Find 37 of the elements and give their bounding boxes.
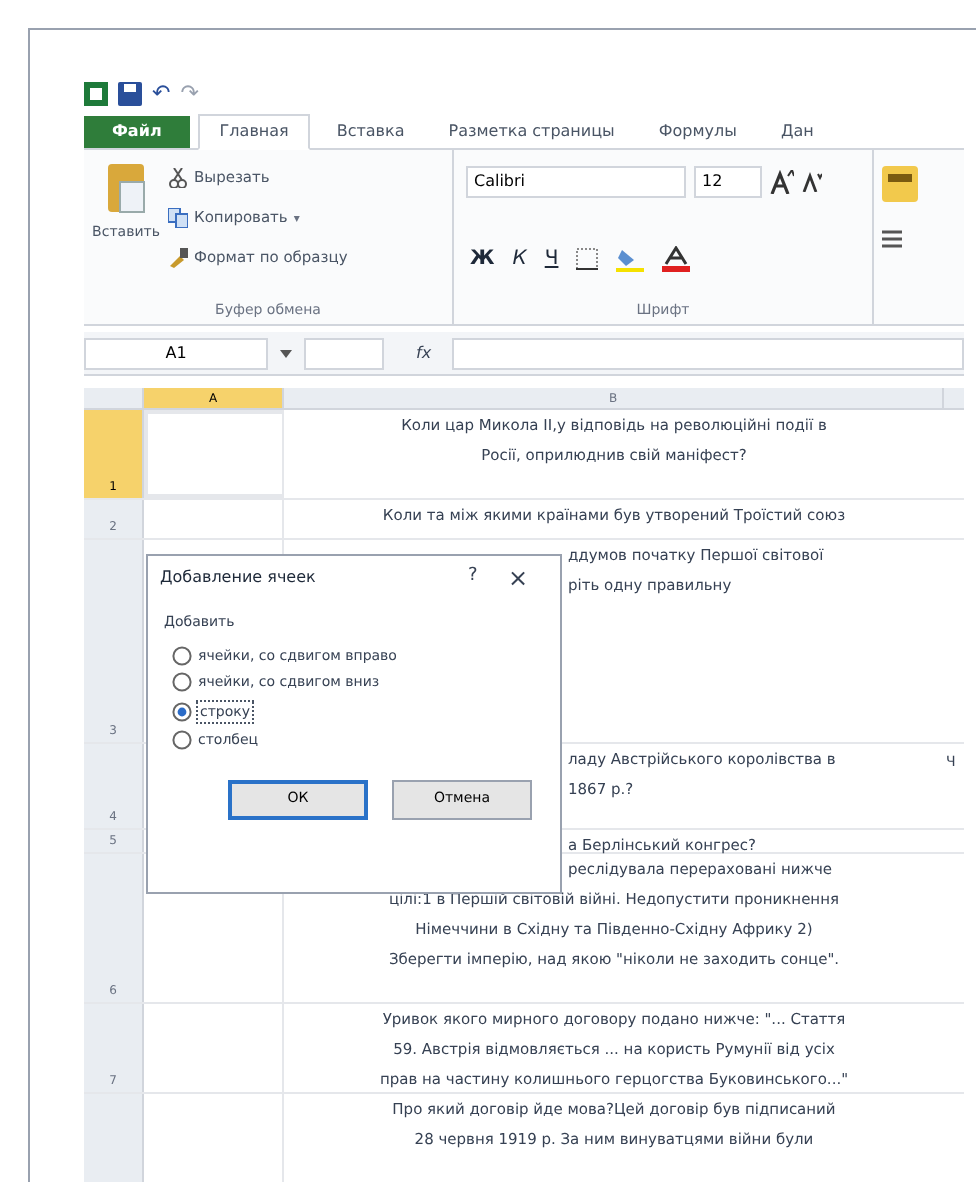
clipboard-icon <box>104 158 148 218</box>
function-button[interactable]: fx <box>416 341 432 365</box>
save-icon[interactable] <box>118 82 142 106</box>
grow-font-icon[interactable] <box>770 170 794 194</box>
ribbon-tab[interactable]: Дан <box>762 116 832 148</box>
radio-button[interactable] <box>172 730 192 751</box>
undo-button[interactable]: ↶ <box>152 78 171 111</box>
app-icon[interactable] <box>84 82 108 106</box>
scissors-icon <box>168 168 188 188</box>
close-button[interactable]: × <box>508 560 548 596</box>
borders-icon[interactable] <box>576 248 599 270</box>
radio-button[interactable] <box>172 701 192 722</box>
radio-button[interactable] <box>172 672 192 693</box>
fill-color-icon[interactable] <box>616 247 645 271</box>
bold-button[interactable]: Ж <box>470 244 495 274</box>
name-box-resize-handle[interactable] <box>304 337 384 369</box>
active-cell[interactable] <box>144 410 284 498</box>
caret-icon[interactable] <box>280 349 292 357</box>
dialog-title: Добавление ячеек <box>160 566 318 590</box>
brush-icon <box>168 248 188 268</box>
ribbon-tab[interactable]: Главная <box>197 114 311 150</box>
copy-icon <box>168 208 188 228</box>
radio-button[interactable] <box>172 645 192 666</box>
ribbon-tab[interactable]: Вставка <box>318 116 423 148</box>
ribbon-tab[interactable]: Формулы <box>640 116 755 148</box>
font-color-icon[interactable] <box>662 246 691 272</box>
ribbon-tab[interactable]: Разметка страницы <box>430 116 633 148</box>
italic-button[interactable]: К <box>512 244 527 274</box>
shrink-font-icon[interactable] <box>802 172 822 192</box>
name-box[interactable]: A1 <box>84 337 268 369</box>
wrap-text-icon[interactable] <box>882 166 918 202</box>
font-size-field[interactable]: 12 <box>694 166 762 198</box>
ribbon-tab[interactable]: Файл <box>84 116 190 148</box>
font-name-field[interactable]: Calibri <box>466 166 686 198</box>
formula-field[interactable] <box>451 337 964 369</box>
help-button[interactable]: ? <box>468 564 508 592</box>
underline-button[interactable]: Ч <box>544 244 559 274</box>
